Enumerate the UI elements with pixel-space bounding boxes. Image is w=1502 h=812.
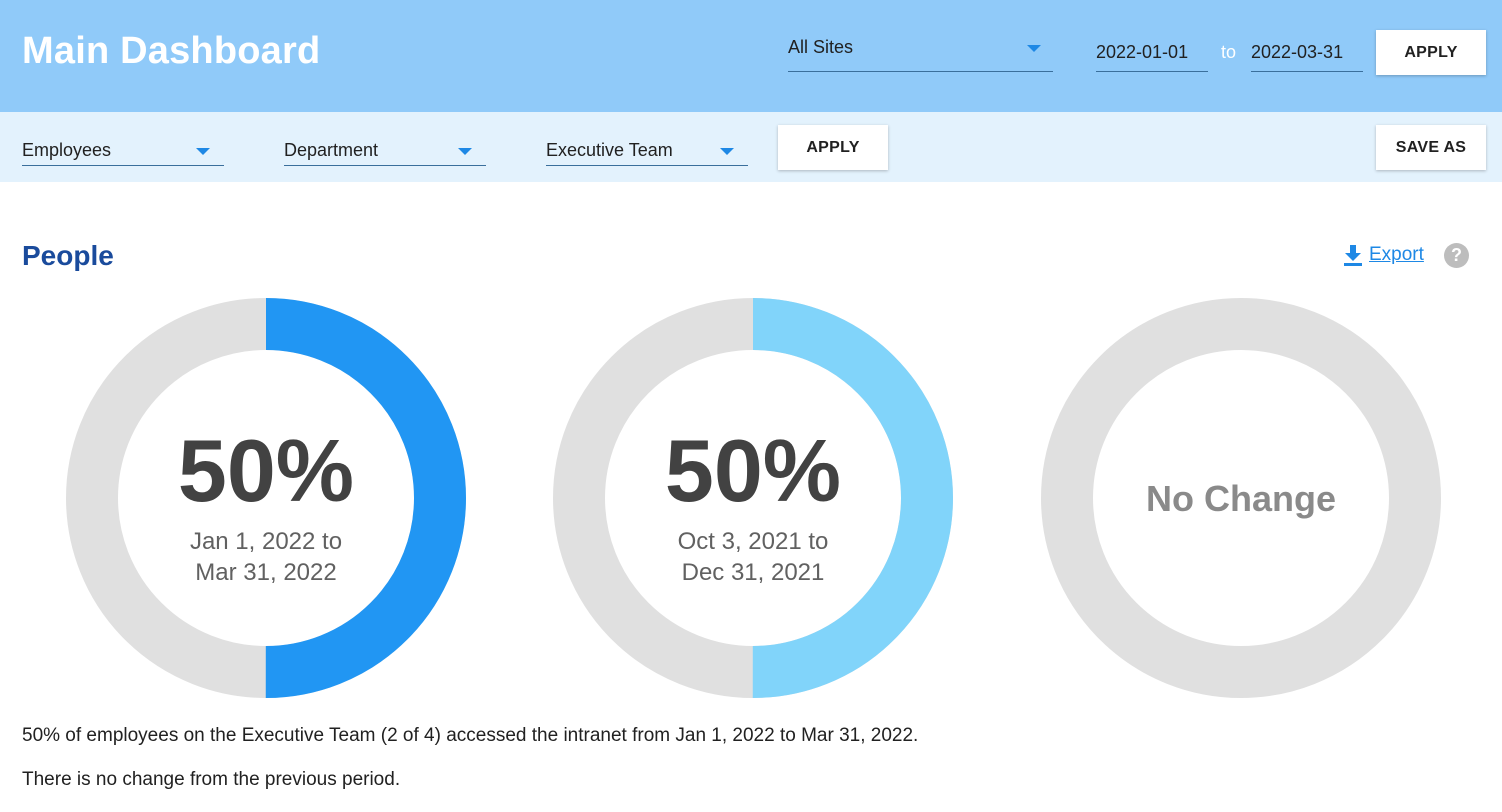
help-icon[interactable]: ?	[1444, 243, 1469, 268]
chevron-down-icon	[1027, 45, 1041, 52]
range-end: Dec 31, 2021	[681, 559, 825, 586]
no-change-label: No Change	[1145, 478, 1336, 519]
donut-date-range: Jan 1, 2022 to Mar 31, 2022	[66, 526, 466, 588]
change-text: There is no change from the previous per…	[22, 769, 401, 790]
apply-date-button[interactable]: APPLY	[1376, 30, 1486, 75]
donut-date-range: Oct 3, 2021 to Dec 31, 2021	[553, 526, 953, 588]
site-select[interactable]: All Sites	[788, 30, 1053, 72]
page-title: Main Dashboard	[22, 30, 321, 72]
filter-value: Department	[284, 140, 379, 160]
section-title: People	[22, 240, 114, 271]
filter-value: Employees	[22, 140, 112, 160]
export-label: Export	[1369, 244, 1424, 265]
filter-team-select[interactable]: Executive Team	[546, 132, 748, 166]
site-select-value: All Sites	[788, 37, 854, 57]
date-from-input[interactable]: 2022-01-01	[1096, 30, 1208, 72]
filter-department-select[interactable]: Department	[284, 132, 486, 166]
save-as-button[interactable]: SAVE AS	[1376, 125, 1486, 170]
donut-previous-period: 50% Oct 3, 2021 to Dec 31, 2021	[553, 298, 953, 698]
range-start: Jan 1, 2022 to	[189, 528, 343, 555]
donut-current-period: 50% Jan 1, 2022 to Mar 31, 2022	[66, 298, 466, 698]
date-from-value: 2022-01-01	[1096, 42, 1189, 62]
range-start: Oct 3, 2021 to	[677, 528, 829, 555]
filter-bar: Employees Department Executive Team APPL…	[0, 112, 1502, 182]
chevron-down-icon	[458, 148, 472, 155]
range-end: Mar 31, 2022	[195, 559, 337, 586]
filter-value: Executive Team	[546, 140, 673, 160]
date-range-separator: to	[1221, 42, 1237, 62]
date-to-input[interactable]: 2022-03-31	[1251, 30, 1363, 72]
filter-employees-select[interactable]: Employees	[22, 132, 224, 166]
download-icon	[1344, 245, 1362, 266]
chevron-down-icon	[720, 148, 734, 155]
date-to-value: 2022-03-31	[1251, 42, 1344, 62]
donut-percent: 50%	[177, 421, 355, 520]
donut-change: No Change	[1041, 298, 1441, 698]
header-bar: Main Dashboard All Sites 2022-01-01 to 2…	[0, 0, 1502, 112]
apply-filter-button[interactable]: APPLY	[778, 125, 888, 170]
chevron-down-icon	[196, 148, 210, 155]
donut-percent: 50%	[664, 421, 842, 520]
summary-text: 50% of employees on the Executive Team (…	[22, 725, 919, 746]
